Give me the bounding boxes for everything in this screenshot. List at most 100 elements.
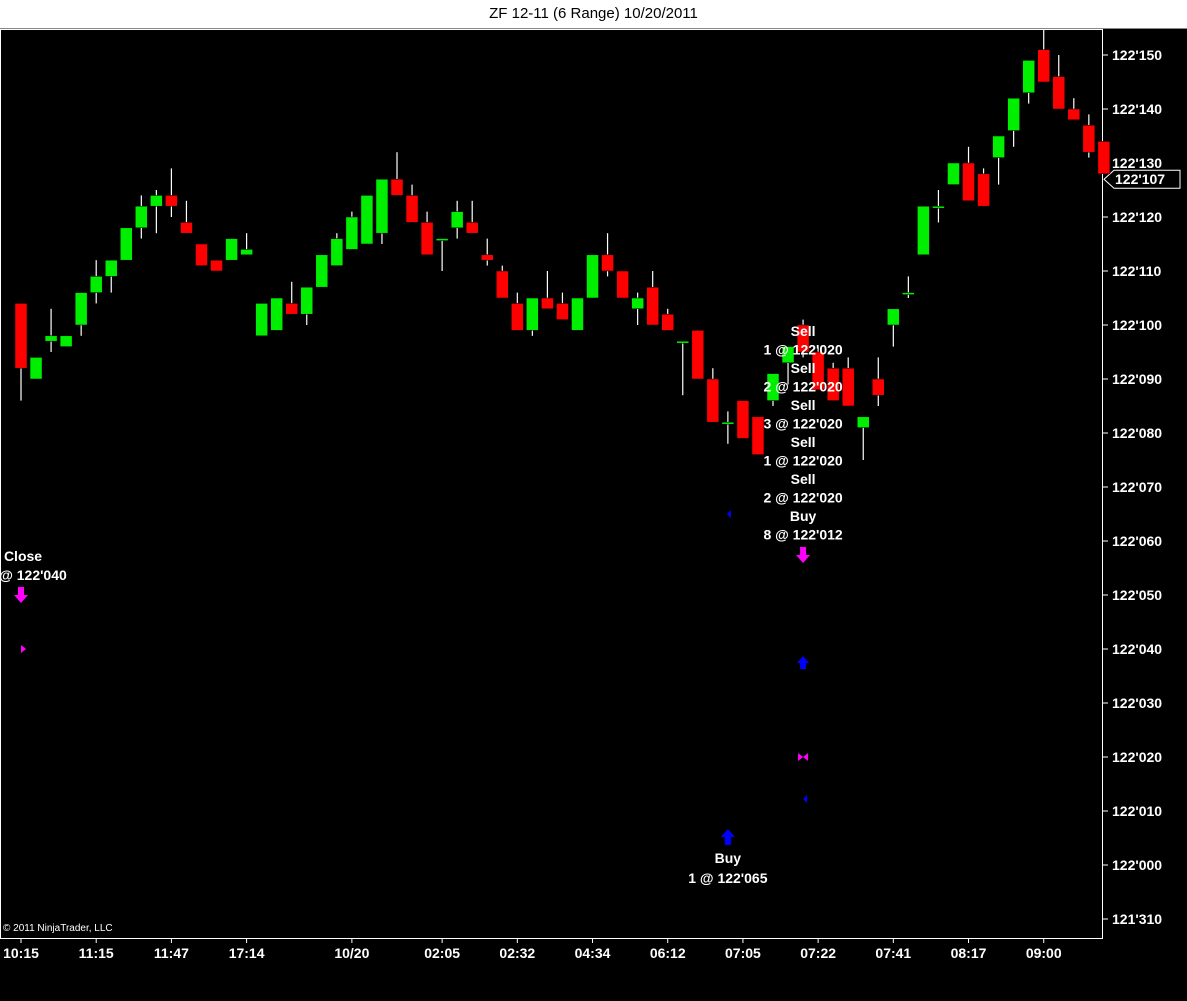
y-tick-label: 122'000 bbox=[1112, 857, 1162, 873]
candle-body bbox=[526, 297, 539, 331]
candle-body bbox=[255, 303, 268, 337]
candle bbox=[751, 416, 765, 455]
x-tick-label: 04:34 bbox=[575, 945, 611, 961]
candle bbox=[526, 297, 539, 336]
y-tick-label: 122'020 bbox=[1112, 749, 1162, 765]
candle-body bbox=[511, 303, 524, 331]
candle bbox=[135, 195, 148, 239]
candle bbox=[676, 340, 690, 396]
y-tick-label: 122'110 bbox=[1112, 263, 1161, 279]
candle-body bbox=[135, 205, 148, 229]
candle bbox=[360, 195, 374, 245]
candle bbox=[736, 400, 750, 439]
candle-body bbox=[902, 292, 915, 295]
exit-price-label: @ 122'040 bbox=[0, 567, 67, 583]
y-tick-label: 122'050 bbox=[1112, 587, 1162, 603]
candle bbox=[74, 292, 88, 336]
candle-body bbox=[345, 216, 359, 250]
y-tick-label: 122'060 bbox=[1112, 533, 1162, 549]
candle-body bbox=[586, 254, 599, 299]
candle bbox=[59, 335, 73, 347]
candle-body bbox=[962, 162, 975, 202]
candle bbox=[496, 265, 509, 299]
candle bbox=[571, 297, 584, 331]
x-tick-label: 06:12 bbox=[650, 945, 686, 961]
candle-body bbox=[360, 195, 374, 245]
candle-body bbox=[435, 238, 449, 241]
candle-body bbox=[14, 303, 28, 369]
candle bbox=[120, 227, 133, 261]
candle-body bbox=[1067, 108, 1081, 121]
candle-body bbox=[856, 416, 870, 428]
candle bbox=[631, 292, 644, 325]
candle bbox=[300, 286, 314, 325]
candle bbox=[29, 357, 43, 380]
candle bbox=[1097, 141, 1111, 175]
candle bbox=[872, 357, 885, 406]
candle bbox=[285, 281, 298, 315]
candle bbox=[180, 200, 193, 234]
candle-body bbox=[1037, 49, 1050, 83]
candle bbox=[14, 303, 28, 401]
candle-body bbox=[496, 270, 509, 299]
candle bbox=[150, 190, 163, 234]
candle bbox=[450, 200, 464, 239]
y-tick-label: 122'150 bbox=[1112, 47, 1162, 63]
candle-body bbox=[29, 357, 43, 380]
entry-marker-icon bbox=[726, 510, 731, 518]
candle-body bbox=[887, 308, 900, 326]
candle-body bbox=[1022, 60, 1035, 94]
candle bbox=[240, 233, 253, 256]
x-tick-label: 10:15 bbox=[3, 945, 39, 961]
sell-group-line: Sell bbox=[791, 323, 816, 339]
candle bbox=[661, 308, 674, 331]
candle-body bbox=[676, 340, 690, 344]
y-tick-label: 122'090 bbox=[1112, 371, 1162, 387]
candle bbox=[375, 178, 389, 244]
candle-body bbox=[450, 211, 464, 229]
candle bbox=[420, 211, 434, 256]
candle-body bbox=[947, 162, 960, 185]
y-tick-label: 122'140 bbox=[1112, 101, 1162, 117]
exit-label: Close bbox=[4, 548, 42, 564]
candle-body bbox=[841, 367, 855, 407]
exit-marker-icon bbox=[21, 645, 26, 653]
candle bbox=[947, 162, 960, 185]
candle-body bbox=[541, 297, 554, 310]
candle-body bbox=[932, 205, 945, 209]
x-tick-label: 07:41 bbox=[875, 945, 911, 961]
sell-group-line: Sell bbox=[791, 434, 816, 450]
candle-body bbox=[104, 259, 118, 277]
sell-group-line: 2 @ 122'020 bbox=[763, 379, 842, 395]
candle bbox=[330, 233, 344, 266]
x-tick-label: 07:22 bbox=[800, 945, 836, 961]
candle bbox=[902, 276, 915, 298]
candle bbox=[345, 211, 359, 250]
candle-body bbox=[315, 254, 329, 288]
candle bbox=[977, 168, 990, 207]
candle bbox=[601, 233, 614, 277]
x-tick-label: 02:05 bbox=[424, 945, 460, 961]
candle-body bbox=[691, 330, 705, 380]
x-tick-label: 07:05 bbox=[725, 945, 761, 961]
candle bbox=[556, 292, 569, 320]
candle bbox=[841, 357, 855, 407]
candle-body bbox=[210, 259, 223, 272]
candle-body bbox=[661, 313, 674, 331]
y-tick-label: 122'070 bbox=[1112, 479, 1162, 495]
candle-body bbox=[390, 178, 404, 196]
candles bbox=[14, 29, 1111, 460]
candle bbox=[255, 303, 268, 337]
copyright-notice: © 2011 NinjaTrader, LLC bbox=[3, 923, 113, 934]
candle-body bbox=[736, 400, 750, 439]
candle-body bbox=[300, 286, 314, 315]
candle-body bbox=[375, 178, 389, 234]
candle-body bbox=[631, 297, 644, 310]
candle-body bbox=[165, 195, 178, 207]
candle bbox=[435, 238, 449, 271]
candle-body bbox=[240, 249, 253, 256]
candle-body bbox=[646, 286, 659, 326]
candle-body bbox=[601, 254, 614, 272]
candle bbox=[480, 238, 494, 266]
price-chart[interactable]: 122'150 122'140 122'130 122'120 122'110 122'1… bbox=[0, 29, 1187, 1001]
